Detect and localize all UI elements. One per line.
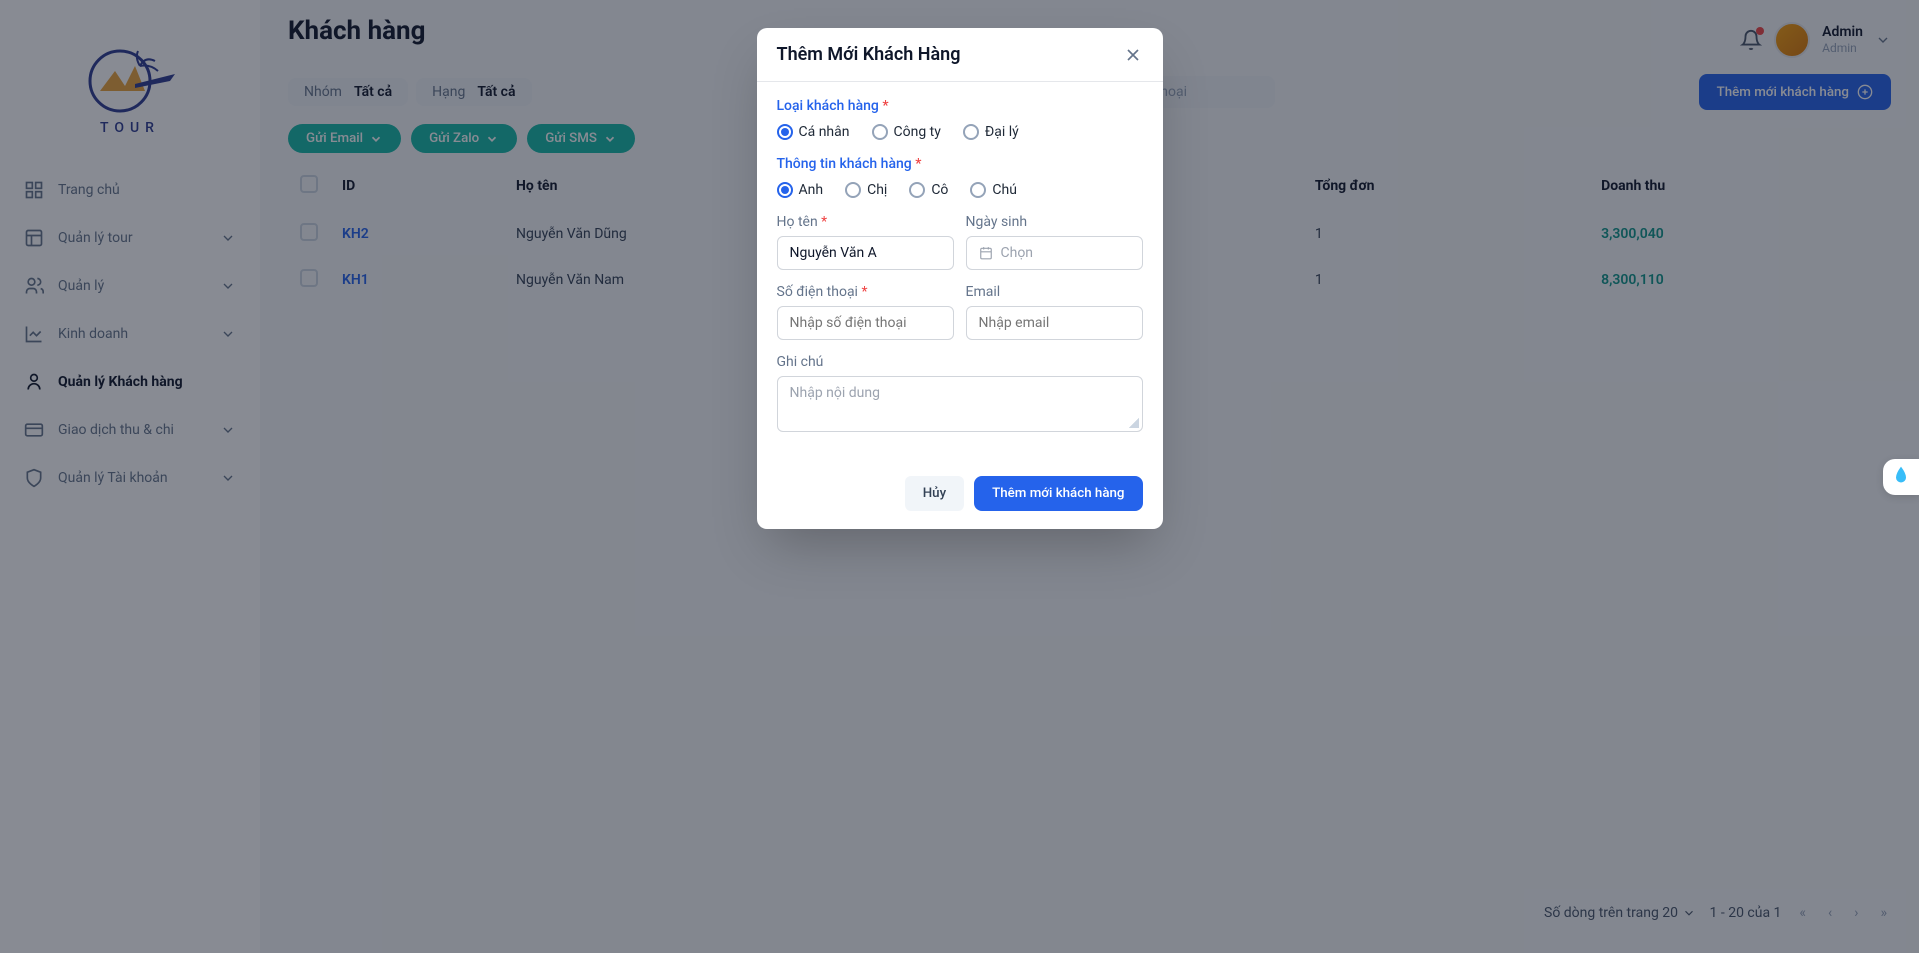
dob-input[interactable]: Chọn (966, 236, 1143, 270)
radio-circle-icon (777, 182, 793, 198)
radio-circle-icon (909, 182, 925, 198)
note-input[interactable]: Nhập nội dung (777, 376, 1143, 432)
support-widget[interactable] (1883, 459, 1919, 495)
radio-circle-icon (845, 182, 861, 198)
email-input[interactable] (966, 306, 1143, 340)
calendar-icon (979, 246, 993, 260)
radio-circle-icon (872, 124, 888, 140)
phone-label: Số điện thoại * (777, 284, 954, 300)
radio-Đại lý[interactable]: Đại lý (963, 124, 1019, 140)
radio-Chị[interactable]: Chị (845, 182, 887, 198)
fullname-input[interactable] (777, 236, 954, 270)
radio-circle-icon (970, 182, 986, 198)
close-icon[interactable] (1123, 45, 1143, 65)
email-label: Email (966, 284, 1143, 300)
radio-Chú[interactable]: Chú (970, 182, 1017, 198)
section-customer-type: Loại khách hàng * (777, 98, 1143, 114)
radio-circle-icon (963, 124, 979, 140)
radio-Anh[interactable]: Anh (777, 182, 824, 198)
radio-Cá nhân[interactable]: Cá nhân (777, 124, 850, 140)
phone-input[interactable] (777, 306, 954, 340)
section-customer-info: Thông tin khách hàng * (777, 156, 1143, 172)
dob-label: Ngày sinh (966, 214, 1143, 230)
cancel-button[interactable]: Hủy (905, 476, 964, 511)
note-label: Ghi chú (777, 354, 1143, 370)
radio-Cô[interactable]: Cô (909, 182, 948, 198)
droplet-icon (1891, 465, 1911, 485)
radio-circle-icon (777, 124, 793, 140)
fullname-label: Họ tên * (777, 214, 954, 230)
submit-button[interactable]: Thêm mới khách hàng (974, 476, 1142, 511)
add-customer-modal: Thêm Mới Khách Hàng Loại khách hàng * Cá… (757, 28, 1163, 529)
modal-title: Thêm Mới Khách Hàng (777, 44, 961, 65)
radio-Công ty[interactable]: Công ty (872, 124, 941, 140)
